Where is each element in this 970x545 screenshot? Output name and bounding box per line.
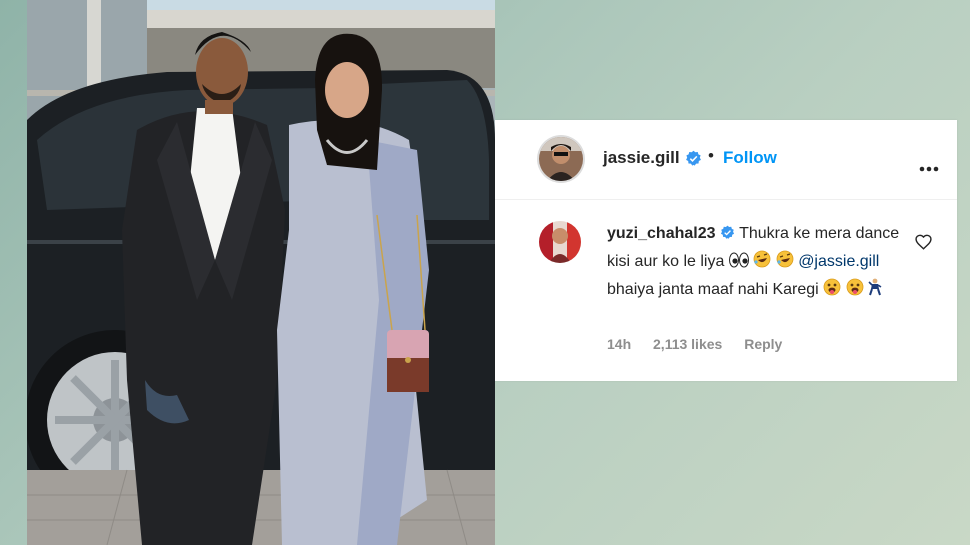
verified-badge-icon: [685, 150, 702, 172]
eyes-emoji-icon: [728, 251, 749, 277]
comment-meta: 14h 2,113 likes Reply: [607, 336, 800, 352]
post-photo: [27, 0, 495, 545]
commenter-avatar[interactable]: [539, 221, 581, 263]
tongue-emoji-icon: [823, 278, 841, 305]
man-dancing-emoji-icon: [868, 278, 882, 305]
tongue-emoji-icon: [846, 278, 864, 305]
rofl-emoji-icon: [776, 250, 794, 277]
author-avatar[interactable]: [537, 135, 585, 183]
comment-text-part2: bhaiya janta maaf nahi Karegi: [607, 281, 819, 298]
follow-button[interactable]: Follow: [723, 148, 777, 168]
commenter-username[interactable]: yuzi_chahal23: [607, 225, 716, 242]
author-username[interactable]: jassie.gill: [603, 148, 680, 168]
more-options-icon[interactable]: [919, 159, 939, 177]
like-heart-icon[interactable]: [915, 234, 932, 255]
verified-badge-icon: [720, 223, 735, 249]
comment-time: 14h: [607, 336, 632, 352]
post-header: jassie.gill • Follow: [495, 120, 957, 200]
instagram-comment-card: jassie.gill • Follow yuzi_chahal23 Thukr…: [495, 120, 957, 381]
reply-button[interactable]: Reply: [744, 336, 782, 352]
rofl-emoji-icon: [753, 250, 771, 277]
comment-body: yuzi_chahal23 Thukra ke mera dance kisi …: [607, 221, 907, 305]
separator-dot: •: [708, 146, 714, 165]
comment-likes-count[interactable]: 2,113 likes: [653, 336, 722, 352]
mention-link[interactable]: @jassie.gill: [798, 253, 879, 270]
